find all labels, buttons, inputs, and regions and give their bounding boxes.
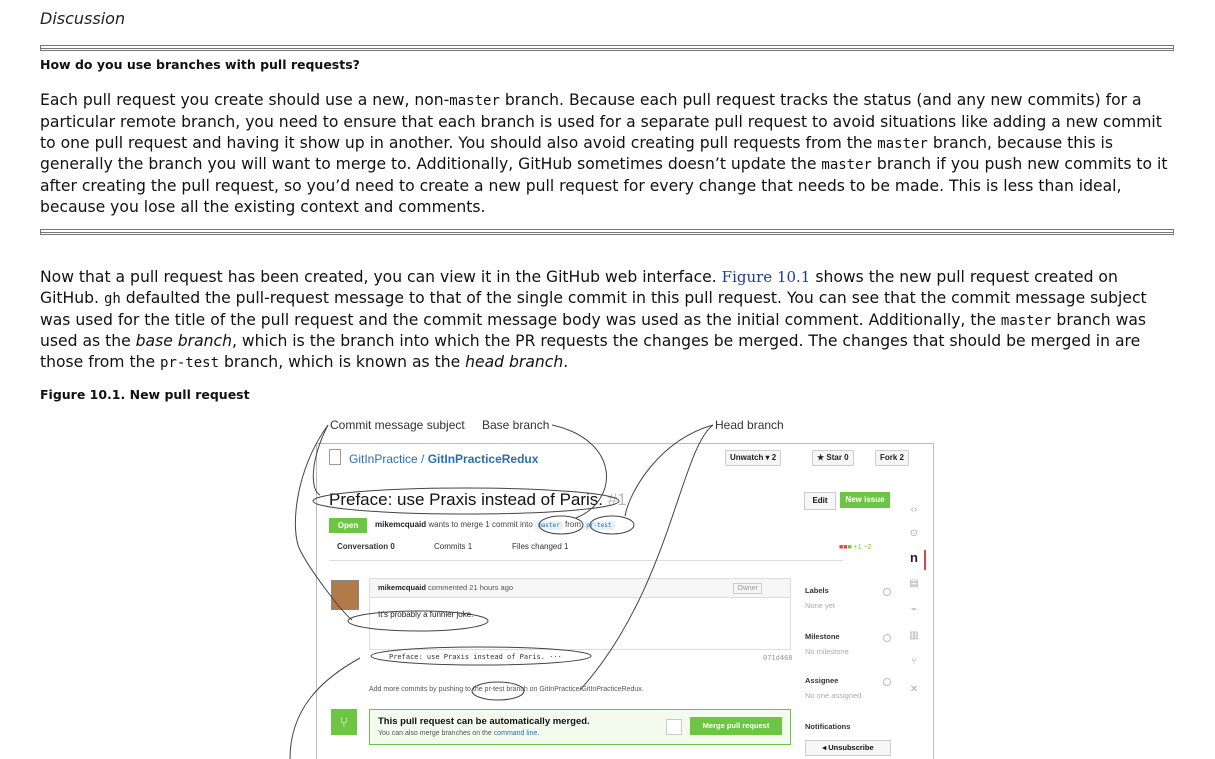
- callout-lines: [289, 424, 714, 759]
- figure-link[interactable]: Figure 10.1: [722, 268, 811, 286]
- body-paragraph: Now that a pull request has been created…: [40, 268, 1147, 372]
- divider-top: [40, 45, 1174, 51]
- divider-bottom: [40, 229, 1174, 235]
- discussion-title: Discussion: [40, 9, 126, 28]
- figure-caption: Figure 10.1. New pull request: [40, 387, 250, 402]
- figure-screenshot: Commit message subject Base branch Head …: [280, 410, 950, 759]
- sidebar-heading: How do you use branches with pull reques…: [40, 57, 360, 72]
- sidebar-paragraph: Each pull request you create should use …: [40, 91, 1168, 216]
